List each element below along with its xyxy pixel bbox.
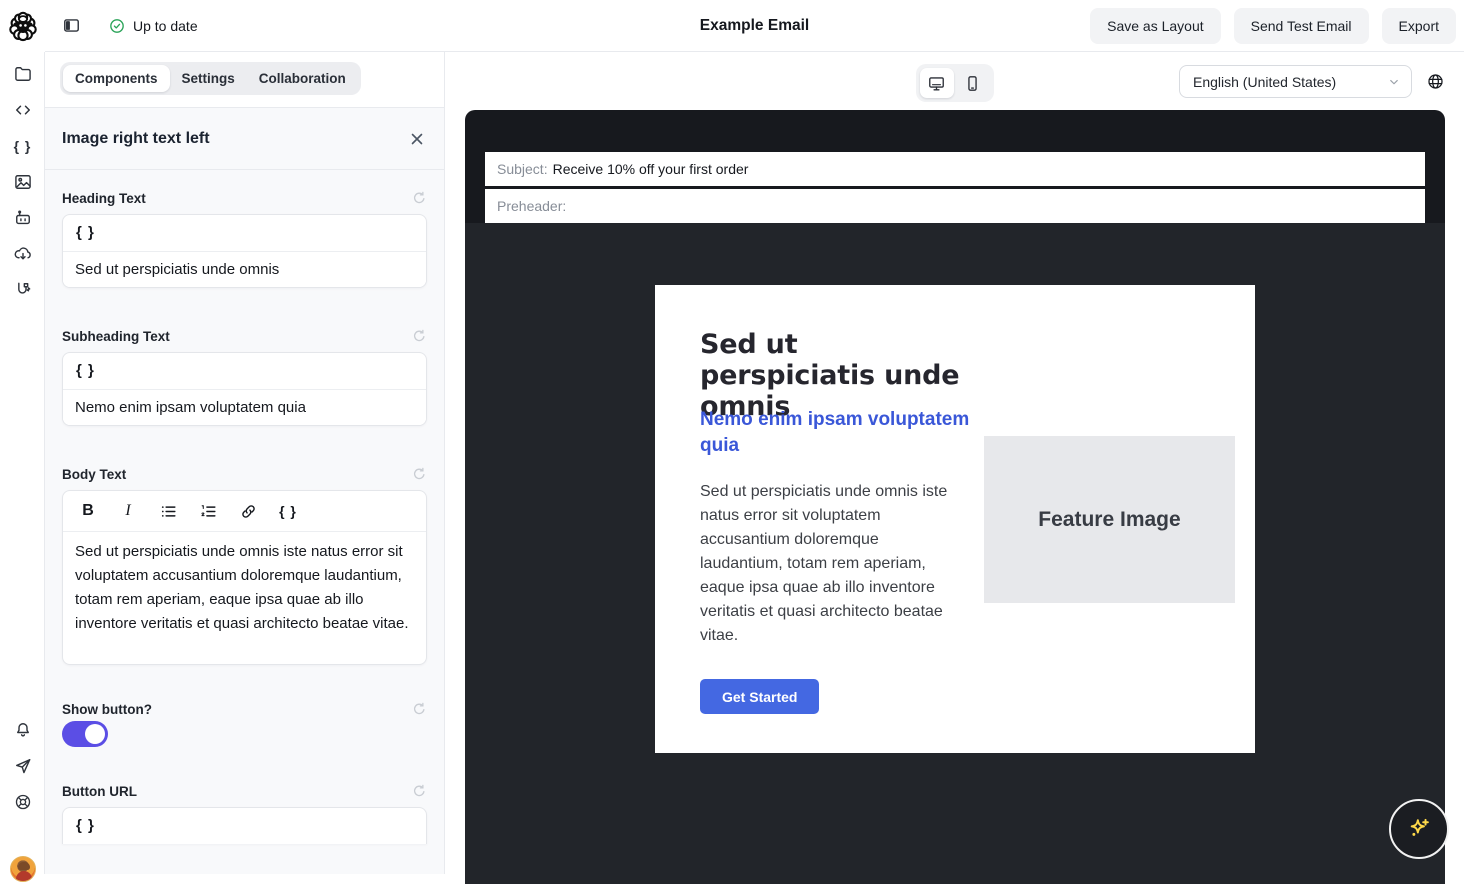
field-subheading-text: Subheading Text { } (62, 328, 427, 426)
sync-status: Up to date (108, 17, 198, 35)
subject-value: Receive 10% off your first order (553, 161, 749, 177)
field-button-url: Button URL { } (62, 783, 427, 844)
reset-icon[interactable] (411, 783, 427, 799)
insert-variable-button[interactable]: { } (76, 362, 95, 379)
heading-text-label: Heading Text (62, 191, 146, 206)
reset-icon[interactable] (411, 466, 427, 482)
show-button-toggle[interactable] (62, 721, 108, 747)
reset-icon[interactable] (411, 190, 427, 206)
feature-image-label: Feature Image (1038, 508, 1180, 532)
insert-variable-button[interactable]: { } (76, 817, 95, 834)
reset-icon[interactable] (411, 701, 427, 717)
richtext-toolbar: B I { } (63, 491, 426, 532)
topbar-actions: Save as Layout Send Test Email Export (1090, 8, 1464, 44)
subheading-text-input[interactable] (63, 390, 426, 425)
body-text-editor[interactable]: Sed ut perspiciatis unde omnis iste natu… (63, 532, 426, 664)
subject-label: Subject: (497, 161, 548, 177)
subject-bar[interactable]: Subject: Receive 10% off your first orde… (485, 152, 1425, 186)
ai-assistant-button[interactable] (1389, 799, 1449, 859)
app-logo[interactable] (0, 0, 45, 52)
device-toggle (916, 64, 994, 102)
email-body-text[interactable]: Sed ut perspiciatis unde omnis iste natu… (700, 480, 956, 648)
bold-icon[interactable]: B (73, 499, 103, 523)
preview-toolbar: English (United States) (445, 64, 1464, 102)
subheading-text-label: Subheading Text (62, 329, 170, 344)
sidebar-toggle-icon[interactable] (58, 13, 84, 39)
preview-area: English (United States) Subject: Receive… (445, 52, 1464, 874)
component-title: Image right text left (62, 130, 210, 148)
ordered-list-icon[interactable] (193, 499, 223, 523)
cloud-download-icon[interactable] (13, 244, 33, 264)
sheep-logo-icon (5, 8, 41, 44)
close-icon[interactable] (407, 129, 427, 149)
save-as-layout-button[interactable]: Save as Layout (1090, 8, 1221, 44)
integration-cable-icon[interactable] (13, 280, 33, 300)
feature-image-placeholder[interactable]: Feature Image (984, 436, 1235, 603)
insert-variable-button[interactable]: { } (76, 224, 95, 241)
panel-tabs: Components Settings Collaboration (45, 52, 444, 108)
email-preview-frame: Subject: Receive 10% off your first orde… (465, 110, 1445, 884)
tab-components[interactable]: Components (63, 65, 170, 92)
send-icon[interactable] (13, 756, 33, 776)
globe-icon[interactable] (1426, 72, 1445, 91)
body-text-label: Body Text (62, 467, 126, 482)
component-settings-panel: Components Settings Collaboration Image … (45, 52, 445, 874)
robot-icon[interactable] (13, 208, 33, 228)
italic-icon[interactable]: I (113, 499, 143, 523)
variables-braces-icon[interactable]: { } (13, 136, 33, 156)
bell-icon[interactable] (13, 720, 33, 740)
monitor-icon (927, 74, 946, 93)
smartphone-icon (963, 74, 982, 93)
icon-rail: { } (0, 0, 45, 874)
bullet-list-icon[interactable] (153, 499, 183, 523)
send-test-email-button[interactable]: Send Test Email (1234, 8, 1369, 44)
image-icon[interactable] (13, 172, 33, 192)
email-subheading[interactable]: Nemo enim ipsam voluptatem quia (700, 407, 970, 459)
field-show-button: Show button? (62, 701, 427, 747)
desktop-view-button[interactable] (920, 68, 954, 98)
chevron-down-icon (1387, 75, 1401, 89)
language-select-value: English (United States) (1193, 74, 1387, 90)
field-heading-text: Heading Text { } (62, 190, 427, 288)
heading-text-input[interactable] (63, 252, 426, 287)
tab-settings[interactable]: Settings (170, 65, 247, 92)
language-select[interactable]: English (United States) (1179, 65, 1412, 98)
reset-icon[interactable] (411, 328, 427, 344)
field-body-text: Body Text B I (62, 466, 427, 665)
top-bar: Up to date Example Email Save as Layout … (45, 0, 1464, 52)
export-button[interactable]: Export (1382, 8, 1456, 44)
button-url-label: Button URL (62, 784, 137, 799)
help-lifebuoy-icon[interactable] (13, 792, 33, 812)
email-block-image-right-text-left[interactable]: Sed ut perspiciatis unde omnis Nemo enim… (655, 285, 1255, 753)
link-icon[interactable] (233, 499, 263, 523)
sync-status-label: Up to date (133, 18, 198, 34)
component-header: Image right text left (45, 108, 444, 170)
insert-variable-button[interactable]: { } (273, 499, 303, 523)
page-title: Example Email (700, 17, 809, 35)
folder-icon[interactable] (13, 64, 33, 84)
user-avatar[interactable] (10, 856, 36, 882)
check-circle-icon (108, 17, 126, 35)
sparkles-icon (1405, 815, 1433, 843)
code-icon[interactable] (13, 100, 33, 120)
mobile-view-button[interactable] (956, 68, 990, 98)
preheader-bar[interactable]: Preheader: (485, 189, 1425, 223)
get-started-button[interactable]: Get Started (700, 679, 819, 714)
preheader-label: Preheader: (497, 198, 566, 214)
email-canvas: Sed ut perspiciatis unde omnis Nemo enim… (465, 223, 1445, 884)
tab-collaboration[interactable]: Collaboration (247, 65, 358, 92)
show-button-label: Show button? (62, 702, 152, 717)
